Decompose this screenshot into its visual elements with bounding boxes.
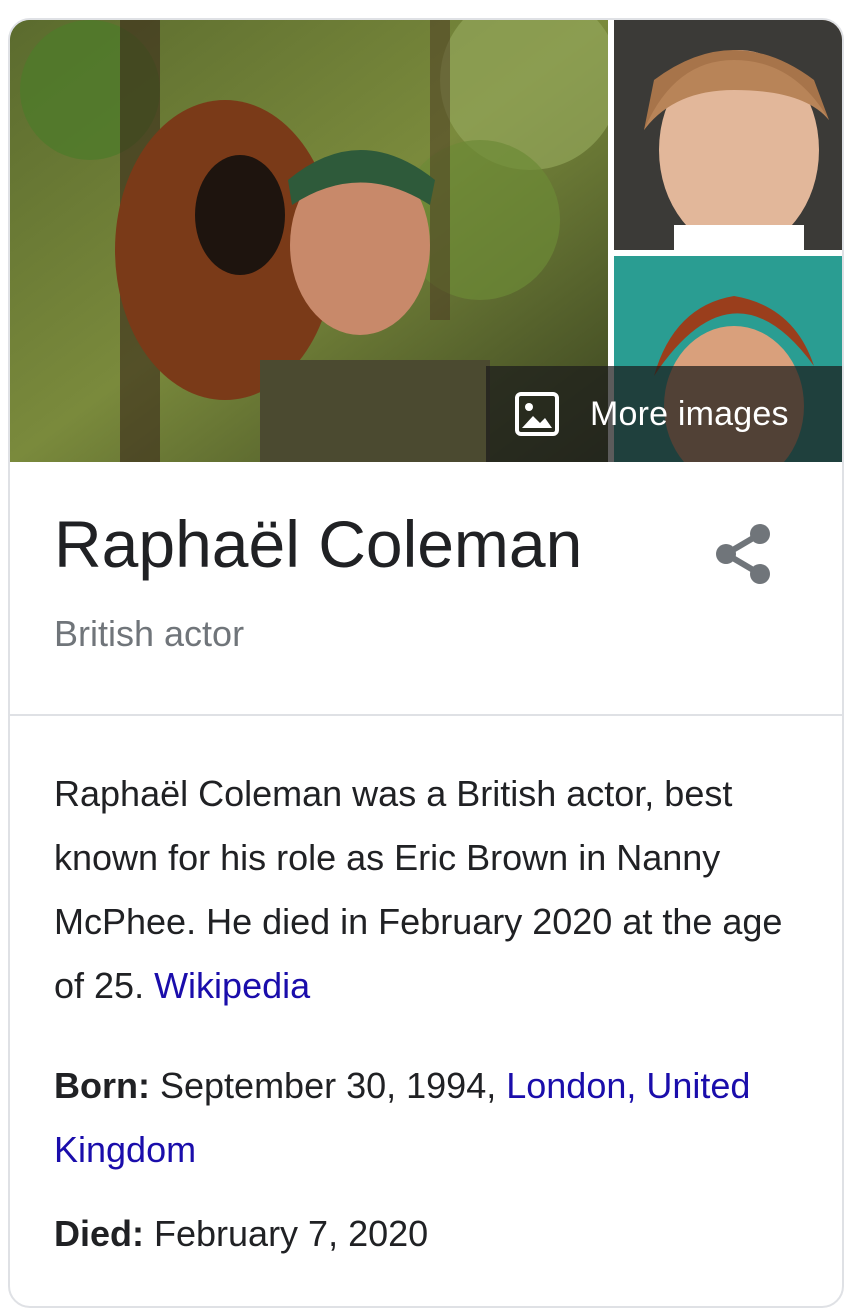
- fact-born-label: Born:: [54, 1065, 150, 1106]
- more-images-button[interactable]: More images: [486, 366, 842, 462]
- share-button[interactable]: [712, 522, 776, 586]
- image-icon: [514, 391, 560, 437]
- entity-title: Raphaël Coleman: [54, 507, 583, 581]
- fact-died-label: Died:: [54, 1213, 144, 1254]
- fact-born-value: September 30, 1994,: [149, 1065, 507, 1106]
- thumbnail-photo-1[interactable]: [614, 20, 842, 250]
- description: Raphaël Coleman was a British actor, bes…: [54, 762, 798, 1018]
- share-icon: [712, 524, 776, 590]
- wikipedia-link[interactable]: Wikipedia: [154, 965, 310, 1006]
- image-gallery: More images: [10, 20, 842, 462]
- entity-subtitle: British actor: [54, 613, 245, 654]
- fact-born: Born: September 30, 1994, London, United…: [54, 1054, 798, 1182]
- knowledge-panel: More images Raphaël Coleman British acto…: [8, 18, 844, 1308]
- fact-died-value: February 7, 2020: [144, 1213, 429, 1254]
- panel-body: Raphaël Coleman was a British actor, bes…: [10, 716, 842, 1266]
- more-images-label: More images: [590, 394, 789, 433]
- panel-header: Raphaël Coleman British actor: [10, 462, 842, 716]
- fact-died: Died: February 7, 2020: [54, 1202, 798, 1266]
